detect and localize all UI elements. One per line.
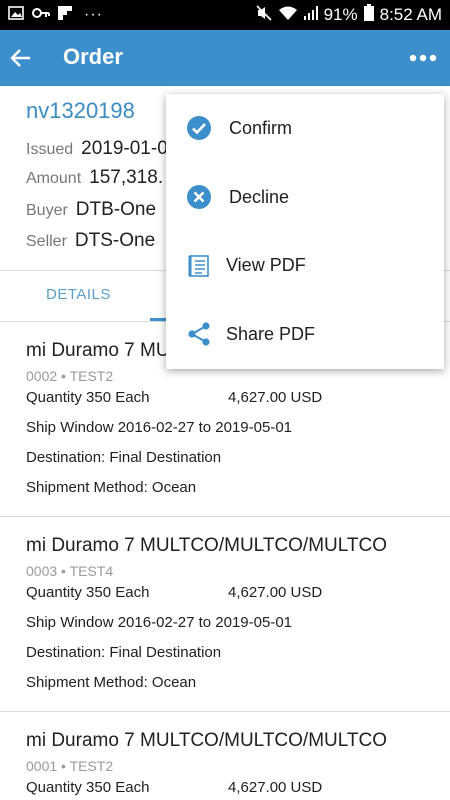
tab-details[interactable]: DETAILS (46, 286, 111, 303)
seller-label: Seller (26, 233, 67, 250)
item-shipment-method: Shipment Method: Ocean (26, 674, 197, 691)
item-quantity: Quantity 350 Each (26, 779, 150, 796)
overflow-menu: Confirm Decline View PDF Share PDF (166, 94, 444, 369)
status-bar: ··· 91% 8:52 AM (0, 0, 450, 30)
battery-percent: 91% (323, 5, 358, 24)
item-subtitle: 0003 • TEST4 (26, 563, 114, 579)
item-title: mi Duramo 7 MULTCO/MULTCO/MULTCO (26, 730, 388, 751)
list-item[interactable]: mi Duramo 7 MULTCO/MULTCO/MULTCO 0001 • … (0, 712, 450, 800)
overflow-menu-button[interactable] (406, 42, 440, 74)
more-notifications: ··· (84, 6, 103, 23)
item-price: 4,627.00 USD (228, 584, 323, 601)
menu-item-label: Decline (229, 187, 290, 207)
amount-label: Amount (26, 170, 82, 187)
document-icon (186, 253, 212, 279)
seller-row: Seller DTS-One (26, 230, 155, 252)
buyer-label: Buyer (26, 202, 68, 219)
buyer-row: Buyer DTB-One (26, 199, 156, 221)
wifi-icon (278, 5, 298, 26)
arrow-left-icon (10, 47, 32, 74)
item-destination: Destination: Final Destination (26, 449, 222, 466)
item-price: 4,627.00 USD (228, 389, 323, 406)
menu-item-view-pdf[interactable]: View PDF (166, 231, 444, 299)
menu-item-label: View PDF (226, 255, 306, 275)
x-circle-icon (186, 184, 212, 210)
item-quantity: Quantity 350 Each (26, 584, 150, 601)
list-item[interactable]: mi Duramo 7 MULTCO/MULTCO/MULTCO 0003 • … (0, 517, 450, 711)
buyer-value: DTB-One (75, 199, 157, 220)
item-title: mi Duramo 7 MU (26, 340, 170, 361)
amount-row: Amount 157,318. (26, 167, 163, 189)
item-shipment-method: Shipment Method: Ocean (26, 479, 197, 496)
menu-item-share-pdf[interactable]: Share PDF (166, 300, 444, 368)
item-ship-window: Ship Window 2016-02-27 to 2019-05-01 (26, 614, 293, 631)
menu-item-confirm[interactable]: Confirm (166, 94, 444, 162)
issued-value: 2019-01-0 (81, 138, 168, 159)
back-button[interactable] (0, 38, 40, 78)
clock: 8:52 AM (379, 5, 442, 24)
signal-icon (303, 5, 318, 25)
seller-value: DTS-One (74, 230, 156, 251)
item-price: 4,627.00 USD (228, 779, 323, 796)
item-subtitle: 0002 • TEST2 (26, 368, 114, 384)
share-icon (186, 321, 212, 347)
item-destination: Destination: Final Destination (26, 644, 222, 661)
menu-item-decline[interactable]: Decline (166, 163, 444, 231)
issued-label: Issued (26, 141, 74, 158)
check-circle-icon (186, 115, 212, 141)
order-id: nv1320198 (26, 98, 135, 123)
battery-icon (363, 4, 374, 26)
menu-item-label: Share PDF (226, 324, 316, 344)
item-quantity: Quantity 350 Each (26, 389, 150, 406)
item-subtitle: 0001 • TEST2 (26, 758, 114, 774)
mute-icon (256, 4, 272, 26)
app-bar: Order (0, 30, 450, 86)
more-horizontal-icon (409, 49, 437, 67)
issued-row: Issued 2019-01-0 (26, 138, 168, 160)
gallery-icon (8, 5, 24, 25)
flipboard-icon (58, 5, 72, 25)
item-ship-window: Ship Window 2016-02-27 to 2019-05-01 (26, 419, 293, 436)
amount-value: 157,318. (89, 167, 164, 188)
item-title: mi Duramo 7 MULTCO/MULTCO/MULTCO (26, 535, 388, 556)
key-icon (32, 6, 50, 24)
menu-item-label: Confirm (229, 118, 293, 138)
page-title: Order (63, 44, 123, 69)
